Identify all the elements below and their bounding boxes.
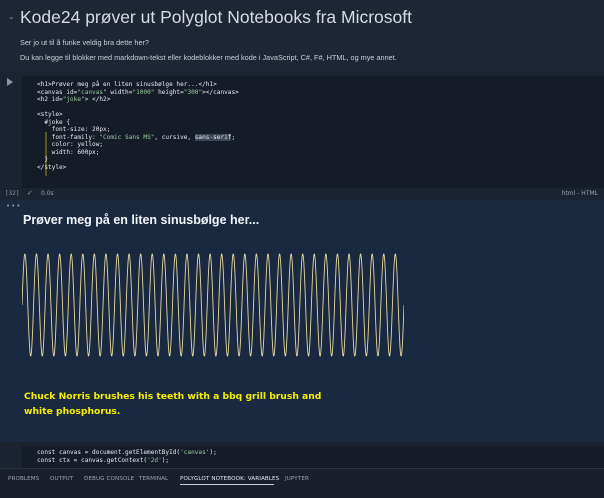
code-line: color: yellow;	[37, 141, 104, 148]
code-line: font-size: 20px;	[37, 126, 111, 133]
markdown-title: Kode24 prøver ut Polyglot Notebooks fra …	[20, 7, 412, 27]
code-line: width: 600px;	[37, 148, 100, 156]
joke-text: Chuck Norris brushes his teeth with a bb…	[24, 391, 322, 417]
check-icon: ✓	[27, 189, 33, 197]
tab-problems[interactable]: PROBLEMS	[8, 476, 39, 482]
run-cell-icon[interactable]	[7, 78, 13, 86]
markdown-paragraph-1: Ser jo ut til å funke veldig bra dette h…	[20, 38, 149, 47]
code-line: <style>	[37, 111, 63, 118]
active-tab-indicator	[180, 484, 274, 485]
code-line: ​	[37, 104, 239, 112]
output-heading: Prøver meg på en liten sinusbølge her...	[23, 213, 260, 227]
bottom-panel-bar	[0, 468, 604, 498]
execution-count: [32]	[5, 190, 20, 197]
code-line: const canvas = document.getElementById('…	[37, 449, 217, 456]
tab-output[interactable]: OUTPUT	[50, 476, 73, 482]
tab-jupyter[interactable]: JUPYTER	[285, 476, 309, 482]
tab-polyglot-variables[interactable]: POLYGLOT NOTEBOOK: VARIABLES	[180, 476, 279, 482]
code-line: <canvas id="canvas" width="1000" height=…	[37, 88, 239, 96]
sine-wave-canvas	[22, 253, 404, 357]
sine-wave-line	[22, 253, 404, 357]
chevron-down-icon[interactable]: ⌄	[8, 13, 16, 21]
markdown-paragraph-2: Du kan legge til blokker med markdown-te…	[20, 53, 397, 62]
code-line: <h2 id="joke"> </h2>	[37, 96, 111, 103]
code-line: <h1>Prøver meg på en liten sinusbølge he…	[37, 81, 217, 88]
more-dots-icon[interactable]: •••	[6, 202, 21, 210]
code-line: </style>	[37, 163, 67, 171]
tab-terminal[interactable]: TERMINAL	[139, 476, 168, 482]
code-line: font-family: "Comic Sans MS", cursive, s…	[37, 133, 236, 141]
cell-language-picker[interactable]: html - HTML	[562, 190, 598, 197]
code-line: const ctx = canvas.getContext('2d');	[37, 456, 170, 464]
execution-time: 0.0s	[41, 190, 54, 197]
code-line: #joke {	[37, 118, 71, 126]
code-line: }	[37, 156, 49, 163]
tab-debug-console[interactable]: DEBUG CONSOLE	[84, 476, 134, 482]
code-lines: <h1>Prøver meg på en liten sinusbølge he…	[37, 81, 239, 171]
code-lines-2: const canvas = document.getElementById('…	[37, 449, 217, 464]
